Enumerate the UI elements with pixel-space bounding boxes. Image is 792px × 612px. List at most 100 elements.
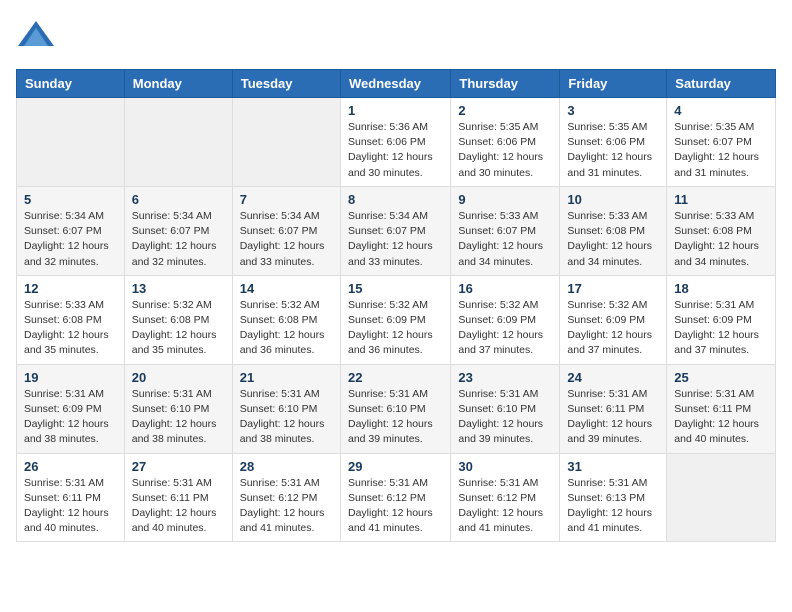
day-number: 5 bbox=[24, 192, 117, 207]
day-number: 12 bbox=[24, 281, 117, 296]
calendar-cell: 31 Sunrise: 5:31 AM Sunset: 6:13 PM Dayli… bbox=[560, 453, 667, 542]
day-number: 24 bbox=[567, 370, 659, 385]
day-info-text: Sunrise: 5:31 AM Sunset: 6:12 PM Dayligh… bbox=[240, 476, 333, 537]
day-info-text: Sunrise: 5:33 AM Sunset: 6:07 PM Dayligh… bbox=[458, 209, 552, 270]
calendar-cell: 15 Sunrise: 5:32 AM Sunset: 6:09 PM Dayli… bbox=[340, 275, 450, 364]
calendar-cell: 30 Sunrise: 5:31 AM Sunset: 6:12 PM Dayli… bbox=[451, 453, 560, 542]
day-info-text: Sunrise: 5:31 AM Sunset: 6:09 PM Dayligh… bbox=[674, 298, 768, 359]
day-number: 26 bbox=[24, 459, 117, 474]
calendar-cell: 9 Sunrise: 5:33 AM Sunset: 6:07 PM Daylig… bbox=[451, 186, 560, 275]
calendar-cell: 1 Sunrise: 5:36 AM Sunset: 6:06 PM Daylig… bbox=[340, 98, 450, 187]
day-number: 8 bbox=[348, 192, 443, 207]
day-info-text: Sunrise: 5:34 AM Sunset: 6:07 PM Dayligh… bbox=[348, 209, 443, 270]
day-number: 22 bbox=[348, 370, 443, 385]
day-info-text: Sunrise: 5:31 AM Sunset: 6:10 PM Dayligh… bbox=[458, 387, 552, 448]
day-info-text: Sunrise: 5:31 AM Sunset: 6:12 PM Dayligh… bbox=[348, 476, 443, 537]
calendar-cell: 16Sunrise: 5:32 AM Sunset: 6:09 PM Dayli… bbox=[451, 275, 560, 364]
calendar-cell: 27 Sunrise: 5:31 AM Sunset: 6:11 PM Dayli… bbox=[124, 453, 232, 542]
calendar-cell bbox=[667, 453, 776, 542]
day-number: 9 bbox=[458, 192, 552, 207]
calendar-week-row: 12 Sunrise: 5:33 AM Sunset: 6:08 PM Dayli… bbox=[17, 275, 776, 364]
calendar-cell: 29Sunrise: 5:31 AM Sunset: 6:12 PM Dayli… bbox=[340, 453, 450, 542]
day-number: 1 bbox=[348, 103, 443, 118]
calendar-cell: 5 Sunrise: 5:34 AM Sunset: 6:07 PM Daylig… bbox=[17, 186, 125, 275]
day-number: 28 bbox=[240, 459, 333, 474]
calendar-cell: 22 Sunrise: 5:31 AM Sunset: 6:10 PM Dayli… bbox=[340, 364, 450, 453]
calendar-cell bbox=[17, 98, 125, 187]
weekday-header-wednesday: Wednesday bbox=[340, 70, 450, 98]
weekday-header-saturday: Saturday bbox=[667, 70, 776, 98]
day-number: 13 bbox=[132, 281, 225, 296]
day-number: 25 bbox=[674, 370, 768, 385]
weekday-header-thursday: Thursday bbox=[451, 70, 560, 98]
day-info-text: Sunrise: 5:31 AM Sunset: 6:10 PM Dayligh… bbox=[348, 387, 443, 448]
day-number: 11 bbox=[674, 192, 768, 207]
calendar-cell: 4Sunrise: 5:35 AM Sunset: 6:07 PM Daylig… bbox=[667, 98, 776, 187]
day-info-text: Sunrise: 5:36 AM Sunset: 6:06 PM Dayligh… bbox=[348, 120, 443, 181]
calendar-cell: 19Sunrise: 5:31 AM Sunset: 6:09 PM Dayli… bbox=[17, 364, 125, 453]
day-number: 21 bbox=[240, 370, 333, 385]
calendar-cell: 28 Sunrise: 5:31 AM Sunset: 6:12 PM Dayli… bbox=[232, 453, 340, 542]
calendar-week-row: 26 Sunrise: 5:31 AM Sunset: 6:11 PM Dayli… bbox=[17, 453, 776, 542]
calendar-cell bbox=[232, 98, 340, 187]
day-number: 10 bbox=[567, 192, 659, 207]
day-info-text: Sunrise: 5:33 AM Sunset: 6:08 PM Dayligh… bbox=[567, 209, 659, 270]
day-number: 17 bbox=[567, 281, 659, 296]
calendar-cell: 10 Sunrise: 5:33 AM Sunset: 6:08 PM Dayli… bbox=[560, 186, 667, 275]
day-number: 30 bbox=[458, 459, 552, 474]
calendar-week-row: 19Sunrise: 5:31 AM Sunset: 6:09 PM Dayli… bbox=[17, 364, 776, 453]
weekday-header-friday: Friday bbox=[560, 70, 667, 98]
calendar-cell: 25Sunrise: 5:31 AM Sunset: 6:11 PM Dayli… bbox=[667, 364, 776, 453]
weekday-header-tuesday: Tuesday bbox=[232, 70, 340, 98]
day-number: 23 bbox=[458, 370, 552, 385]
calendar-cell: 2Sunrise: 5:35 AM Sunset: 6:06 PM Daylig… bbox=[451, 98, 560, 187]
calendar-cell: 7 Sunrise: 5:34 AM Sunset: 6:07 PM Daylig… bbox=[232, 186, 340, 275]
day-number: 18 bbox=[674, 281, 768, 296]
day-info-text: Sunrise: 5:31 AM Sunset: 6:11 PM Dayligh… bbox=[132, 476, 225, 537]
day-info-text: Sunrise: 5:34 AM Sunset: 6:07 PM Dayligh… bbox=[240, 209, 333, 270]
day-info-text: Sunrise: 5:31 AM Sunset: 6:11 PM Dayligh… bbox=[24, 476, 117, 537]
weekday-header-sunday: Sunday bbox=[17, 70, 125, 98]
weekday-header-row: SundayMondayTuesdayWednesdayThursdayFrid… bbox=[17, 70, 776, 98]
header bbox=[16, 16, 776, 61]
day-number: 27 bbox=[132, 459, 225, 474]
day-info-text: Sunrise: 5:35 AM Sunset: 6:07 PM Dayligh… bbox=[674, 120, 768, 181]
calendar-cell: 18 Sunrise: 5:31 AM Sunset: 6:09 PM Dayli… bbox=[667, 275, 776, 364]
day-number: 15 bbox=[348, 281, 443, 296]
day-info-text: Sunrise: 5:32 AM Sunset: 6:08 PM Dayligh… bbox=[240, 298, 333, 359]
day-info-text: Sunrise: 5:32 AM Sunset: 6:09 PM Dayligh… bbox=[458, 298, 552, 359]
calendar-cell: 21Sunrise: 5:31 AM Sunset: 6:10 PM Dayli… bbox=[232, 364, 340, 453]
day-info-text: Sunrise: 5:31 AM Sunset: 6:10 PM Dayligh… bbox=[132, 387, 225, 448]
calendar-cell: 12 Sunrise: 5:33 AM Sunset: 6:08 PM Dayli… bbox=[17, 275, 125, 364]
day-number: 31 bbox=[567, 459, 659, 474]
calendar-cell: 17 Sunrise: 5:32 AM Sunset: 6:09 PM Dayli… bbox=[560, 275, 667, 364]
day-number: 2 bbox=[458, 103, 552, 118]
day-number: 3 bbox=[567, 103, 659, 118]
calendar-week-row: 5 Sunrise: 5:34 AM Sunset: 6:07 PM Daylig… bbox=[17, 186, 776, 275]
logo-bird-icon bbox=[16, 16, 56, 61]
day-info-text: Sunrise: 5:34 AM Sunset: 6:07 PM Dayligh… bbox=[132, 209, 225, 270]
calendar-cell: 20 Sunrise: 5:31 AM Sunset: 6:10 PM Dayli… bbox=[124, 364, 232, 453]
calendar-cell: 13Sunrise: 5:32 AM Sunset: 6:08 PM Dayli… bbox=[124, 275, 232, 364]
day-info-text: Sunrise: 5:31 AM Sunset: 6:12 PM Dayligh… bbox=[458, 476, 552, 537]
day-info-text: Sunrise: 5:33 AM Sunset: 6:08 PM Dayligh… bbox=[24, 298, 117, 359]
day-info-text: Sunrise: 5:31 AM Sunset: 6:13 PM Dayligh… bbox=[567, 476, 659, 537]
day-info-text: Sunrise: 5:32 AM Sunset: 6:09 PM Dayligh… bbox=[567, 298, 659, 359]
calendar-cell: 23 Sunrise: 5:31 AM Sunset: 6:10 PM Dayli… bbox=[451, 364, 560, 453]
logo bbox=[16, 16, 64, 61]
day-number: 14 bbox=[240, 281, 333, 296]
calendar-cell: 3 Sunrise: 5:35 AM Sunset: 6:06 PM Daylig… bbox=[560, 98, 667, 187]
day-info-text: Sunrise: 5:31 AM Sunset: 6:11 PM Dayligh… bbox=[567, 387, 659, 448]
day-info-text: Sunrise: 5:35 AM Sunset: 6:06 PM Dayligh… bbox=[567, 120, 659, 181]
day-info-text: Sunrise: 5:32 AM Sunset: 6:09 PM Dayligh… bbox=[348, 298, 443, 359]
day-number: 6 bbox=[132, 192, 225, 207]
weekday-header-monday: Monday bbox=[124, 70, 232, 98]
calendar-table: SundayMondayTuesdayWednesdayThursdayFrid… bbox=[16, 69, 776, 542]
day-number: 20 bbox=[132, 370, 225, 385]
calendar-cell: 14 Sunrise: 5:32 AM Sunset: 6:08 PM Dayli… bbox=[232, 275, 340, 364]
calendar-cell: 11Sunrise: 5:33 AM Sunset: 6:08 PM Dayli… bbox=[667, 186, 776, 275]
calendar-cell: 24 Sunrise: 5:31 AM Sunset: 6:11 PM Dayli… bbox=[560, 364, 667, 453]
day-info-text: Sunrise: 5:34 AM Sunset: 6:07 PM Dayligh… bbox=[24, 209, 117, 270]
day-number: 7 bbox=[240, 192, 333, 207]
calendar-week-row: 1 Sunrise: 5:36 AM Sunset: 6:06 PM Daylig… bbox=[17, 98, 776, 187]
